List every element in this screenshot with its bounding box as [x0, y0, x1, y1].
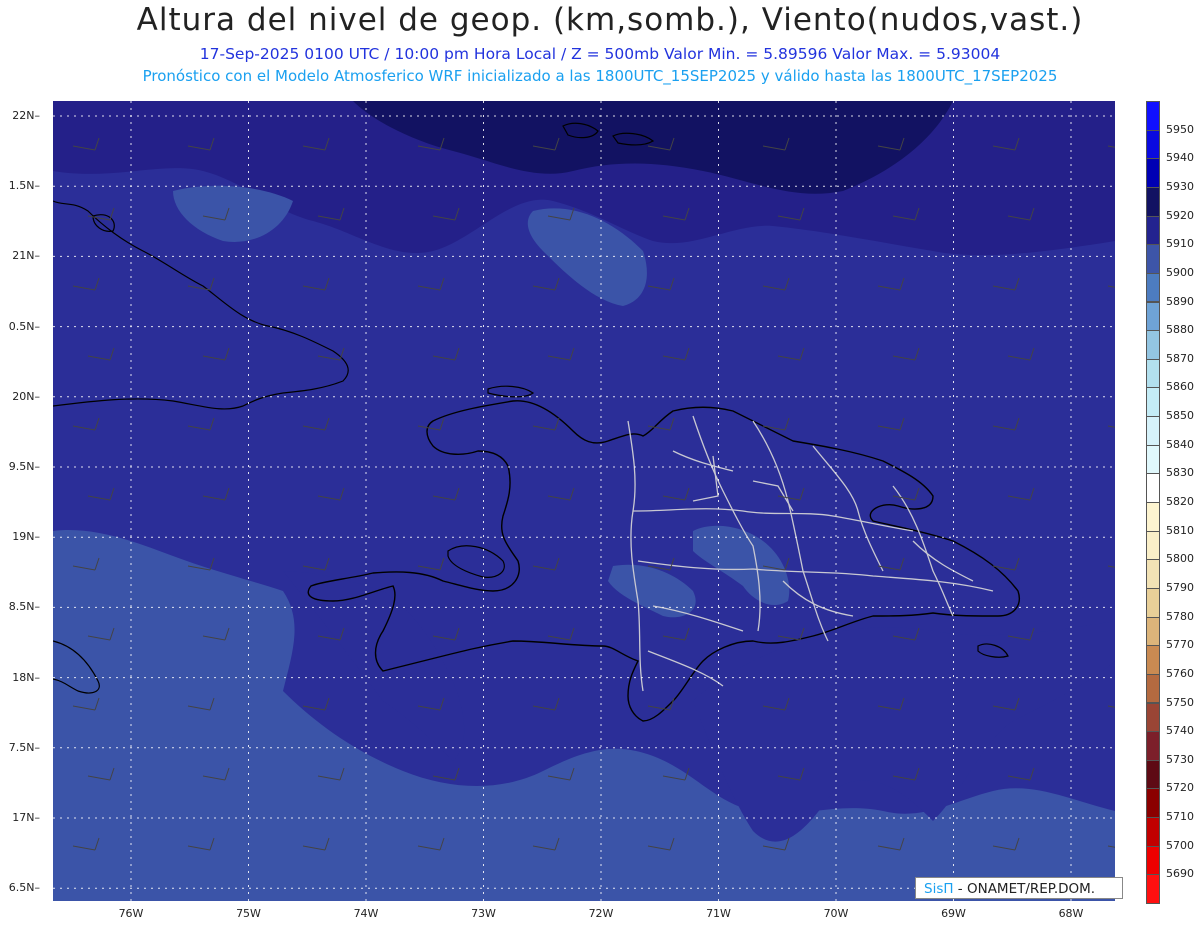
- colorbar-swatch: [1146, 673, 1160, 704]
- colorbar-label: 5730: [1166, 752, 1194, 766]
- geopotential-map: [53, 101, 1115, 901]
- colorbar-label: 5910: [1166, 237, 1194, 251]
- lat-label: 20N–: [12, 389, 40, 403]
- lat-label: 19N–: [12, 530, 40, 544]
- lat-label: 22N–: [12, 109, 40, 122]
- colorbar-swatch: [1146, 244, 1160, 274]
- colorbar-swatch: [1146, 101, 1160, 131]
- colorbar-swatch: [1146, 502, 1160, 532]
- lat-label: 21N–: [12, 249, 40, 263]
- colorbar-swatch: [1146, 817, 1160, 847]
- lon-label: 72W: [588, 907, 614, 920]
- lat-label: 18N–: [12, 670, 40, 684]
- lat-label: 6.5N–: [8, 881, 40, 895]
- sispi-brand: SisΠ: [924, 881, 954, 897]
- colorbar-label: 5800: [1166, 552, 1194, 566]
- colorbar-swatch: [1146, 444, 1160, 475]
- credit-box: SisΠ - ONAMET/REP.DOM.: [915, 877, 1123, 899]
- colorbar-label: 5810: [1166, 523, 1194, 537]
- colorbar-swatch: [1146, 158, 1160, 188]
- colorbar-swatch: [1146, 845, 1160, 876]
- colorbar-swatch: [1146, 731, 1160, 761]
- colorbar-label: 5750: [1166, 695, 1194, 709]
- colorbar-label: 5840: [1166, 437, 1194, 451]
- colorbar-label: 5830: [1166, 466, 1194, 480]
- colorbar-label: 5780: [1166, 609, 1194, 623]
- colorbar-swatch: [1146, 874, 1160, 904]
- lon-label: 74W: [353, 907, 379, 920]
- colorbar-swatch: [1146, 559, 1160, 589]
- colorbar-label: 5940: [1166, 151, 1194, 165]
- valid-time-subtitle: 17-Sep-2025 0100 UTC / 10:00 pm Hora Loc…: [199, 45, 1001, 63]
- colorbar-label: 5920: [1166, 208, 1194, 222]
- colorbar-swatch: [1146, 702, 1160, 733]
- colorbar-label: 5710: [1166, 810, 1194, 824]
- lon-label: 73W: [471, 907, 496, 920]
- colorbar-swatch: [1146, 616, 1160, 647]
- lon-label: 76W: [118, 907, 144, 920]
- colorbar-label: 5860: [1166, 380, 1194, 394]
- lon-label: 71W: [706, 907, 731, 920]
- lat-label: 17N–: [12, 811, 40, 824]
- colorbar-swatch: [1146, 473, 1160, 503]
- colorbar-swatch: [1146, 301, 1160, 332]
- colorbar-swatch: [1146, 358, 1160, 389]
- colorbar-label: 5950: [1166, 122, 1194, 136]
- lon-label: 70W: [823, 907, 849, 920]
- colorbar-swatch: [1146, 272, 1160, 303]
- colorbar-label: 5740: [1166, 724, 1194, 738]
- map-panel: [53, 101, 1115, 901]
- colorbar-swatch: [1146, 759, 1160, 790]
- lon-label: 68W: [1058, 907, 1084, 920]
- credit-text: - ONAMET/REP.DOM.: [953, 881, 1096, 897]
- model-info-subtitle: Pronóstico con el Modelo Atmosferico WRF…: [142, 67, 1058, 85]
- lat-label: 9.5N–: [8, 460, 40, 473]
- colorbar-label: 5760: [1166, 666, 1194, 680]
- colorbar-swatch: [1146, 186, 1160, 217]
- lat-label: 7.5N–: [8, 740, 40, 754]
- lat-label: 8.5N–: [8, 600, 40, 614]
- colorbar-swatch: [1146, 788, 1160, 819]
- colorbar-label: 5930: [1166, 179, 1194, 193]
- chart-title: Altura del nivel de geop. (km,somb.), Vi…: [136, 2, 1084, 38]
- colorbar-label: 5690: [1166, 867, 1194, 881]
- colorbar-swatch: [1146, 215, 1160, 246]
- colorbar-swatch: [1146, 645, 1160, 675]
- colorbar-label: 5890: [1166, 294, 1194, 308]
- colorbar-swatch: [1146, 387, 1160, 418]
- lon-label: 75W: [236, 907, 261, 920]
- colorbar-swatch: [1146, 530, 1160, 561]
- colorbar-swatch: [1146, 587, 1160, 618]
- colorbar-label: 5900: [1166, 265, 1194, 279]
- colorbar-swatch: [1146, 416, 1160, 446]
- colorbar-label: 5700: [1166, 838, 1194, 852]
- colorbar-label: 5790: [1166, 580, 1194, 594]
- colorbar-swatch: [1146, 129, 1160, 160]
- lat-label: 0.5N–: [8, 319, 40, 333]
- lat-label: 1.5N–: [8, 179, 40, 193]
- colorbar-swatch: [1146, 330, 1160, 360]
- colorbar-label: 5870: [1166, 351, 1194, 365]
- colorbar-label: 5720: [1166, 781, 1194, 795]
- colorbar-label: 5880: [1166, 323, 1194, 337]
- colorbar-label: 5820: [1166, 495, 1194, 508]
- colorbar-label: 5850: [1166, 409, 1194, 423]
- lon-label: 69W: [941, 907, 966, 920]
- colorbar-label: 5770: [1166, 638, 1194, 652]
